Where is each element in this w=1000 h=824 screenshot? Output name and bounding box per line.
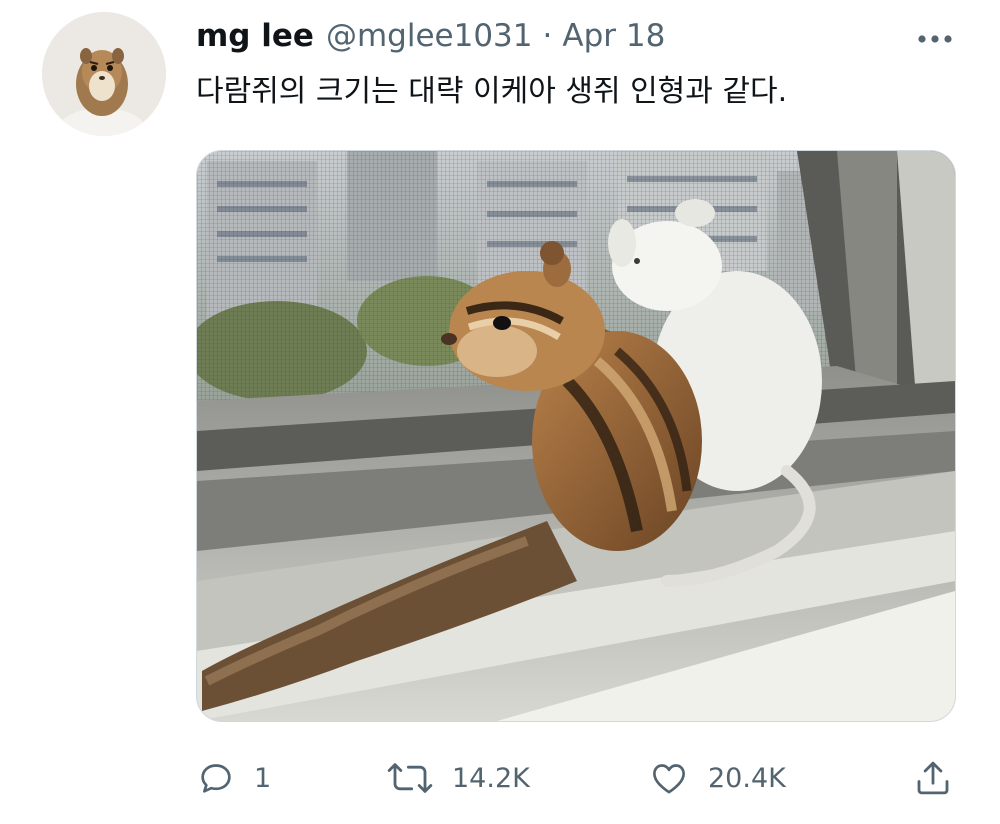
- share-upload-icon: [917, 761, 949, 795]
- reply-bubble-icon: [201, 764, 231, 793]
- retweet-button[interactable]: 14.2K: [386, 755, 530, 801]
- share-button[interactable]: [912, 755, 954, 801]
- retweet-icon: [387, 763, 433, 793]
- like-button[interactable]: 20.4K: [648, 755, 786, 801]
- tweet-header: mg lee @mglee1031 · Apr 18: [196, 18, 665, 58]
- tweet-date[interactable]: Apr 18: [562, 18, 665, 54]
- chipmunk-avatar-image: [42, 12, 166, 136]
- author-avatar[interactable]: [42, 12, 166, 136]
- tweet-photo[interactable]: [196, 150, 956, 722]
- tweet-action-bar: 1 14.2K 20.4K: [196, 755, 960, 801]
- header-separator: ·: [542, 18, 553, 54]
- more-horizontal-icon: [918, 35, 952, 43]
- tweet-text: 다람쥐의 크기는 대략 이케아 생쥐 인형과 같다.: [196, 74, 788, 109]
- author-handle[interactable]: @mglee1031: [326, 18, 533, 54]
- heart-icon: [653, 764, 685, 794]
- reply-count: 1: [254, 762, 272, 794]
- reply-button[interactable]: 1: [196, 755, 271, 801]
- chipmunk-and-toy-mouse-photo: [197, 151, 955, 721]
- author-name[interactable]: mg lee: [196, 18, 314, 54]
- more-options-button[interactable]: [912, 24, 958, 54]
- like-count: 20.4K: [708, 762, 786, 794]
- retweet-count: 14.2K: [452, 762, 530, 794]
